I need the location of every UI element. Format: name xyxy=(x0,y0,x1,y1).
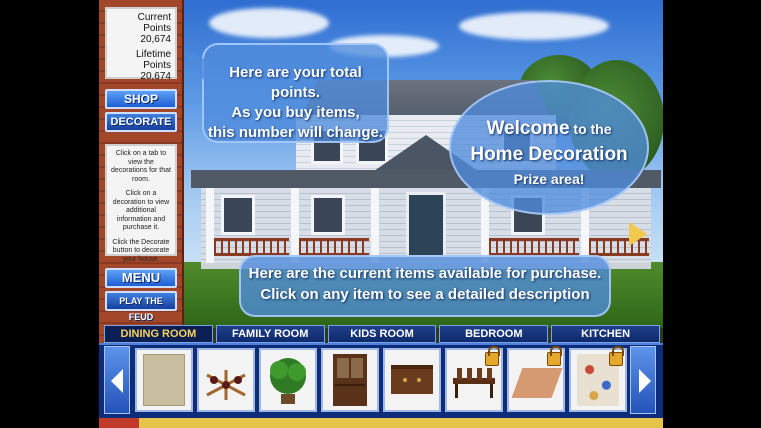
shop-item-floor-mat[interactable] xyxy=(507,346,565,412)
welcome-line: Prize area! xyxy=(513,171,585,187)
points-tip-bubble: Here are your total points. As you buy i… xyxy=(202,43,389,143)
shop-item-potted-plant[interactable] xyxy=(259,348,317,412)
lock-icon xyxy=(609,346,624,366)
arrow-right-icon xyxy=(639,369,651,393)
welcome-to: to the xyxy=(569,121,612,137)
arrow-left-icon xyxy=(111,369,123,393)
lock-icon xyxy=(485,346,500,366)
tip-text: Click on any item to see a detailed desc… xyxy=(260,286,590,303)
welcome-line: Home Decoration xyxy=(470,144,628,165)
tab-bedroom[interactable]: BEDROOM xyxy=(439,325,549,343)
rug-icon xyxy=(143,354,185,406)
help-text: Click on a tab to view the decorations f… xyxy=(111,150,171,183)
current-points-value: 20,674 xyxy=(140,34,171,45)
lifetime-points-value: 20,674 xyxy=(140,71,171,82)
shop-item-wine-rack[interactable] xyxy=(197,348,255,412)
welcome-bubble: Welcome to the Home Decoration Prize are… xyxy=(449,80,649,215)
room-tabs: DINING ROOM FAMILY ROOM KIDS ROOM BEDROO… xyxy=(104,325,660,343)
shop-item-china-cabinet[interactable] xyxy=(321,348,379,412)
help-text: Click the Decorate button to decorate yo… xyxy=(112,238,170,263)
shop-item-sideboard[interactable] xyxy=(383,348,441,412)
progress-bar xyxy=(99,418,663,428)
tip-text: Here are your total points. xyxy=(229,64,362,101)
shop-button[interactable]: SHOP xyxy=(105,89,177,109)
scroll-right-button[interactable] xyxy=(630,346,656,414)
help-box: Click on a tab to view the decorations f… xyxy=(105,144,177,263)
tip-text: Here are the current items available for… xyxy=(248,265,602,282)
points-box: Current Points 20,674 Lifetime Points 20… xyxy=(105,7,177,82)
shop-item-patterned-rug[interactable] xyxy=(569,346,627,412)
tip-text: As you buy items, xyxy=(231,104,360,121)
tab-kitchen[interactable]: KITCHEN xyxy=(551,325,660,343)
decorate-button[interactable]: DECORATE xyxy=(105,112,177,132)
scroll-left-button[interactable] xyxy=(104,346,130,414)
shop-item-dining-table-set[interactable] xyxy=(445,346,503,412)
tab-kids-room[interactable]: KIDS ROOM xyxy=(327,325,437,343)
shop-item-rug-beige[interactable] xyxy=(135,348,193,412)
lock-icon xyxy=(547,346,562,366)
welcome-word: Welcome xyxy=(486,118,570,139)
cabinet-icon xyxy=(333,354,367,406)
mat-icon xyxy=(511,368,563,398)
wine-rack-icon xyxy=(206,370,246,400)
scene-next-arrow-icon[interactable] xyxy=(629,222,647,246)
current-points-label: Current Points xyxy=(137,12,171,34)
sideboard-icon xyxy=(391,365,433,394)
tab-dining-room[interactable]: DINING ROOM xyxy=(104,325,213,343)
help-text: Click on a decoration to view additional… xyxy=(112,190,170,231)
tip-text: this number will change. xyxy=(207,124,384,141)
lifetime-points-label: Lifetime Points xyxy=(135,49,171,71)
plant-icon xyxy=(270,358,306,404)
play-the-feud-button[interactable]: PLAY THE FEUD xyxy=(105,291,177,322)
items-tip-bubble: Here are the current items available for… xyxy=(239,255,611,317)
menu-button[interactable]: MENU xyxy=(105,268,177,288)
tab-family-room[interactable]: FAMILY ROOM xyxy=(215,325,325,343)
